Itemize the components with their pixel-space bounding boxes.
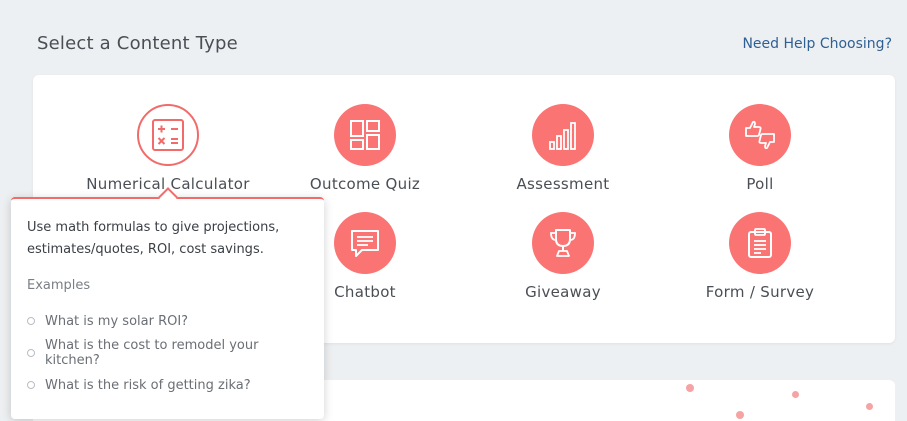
content-type-label: Outcome Quiz [309,175,421,193]
decorative-dot [686,384,694,392]
trophy-icon [532,212,594,274]
grid-layout-icon [334,104,396,166]
example-item: What is the cost to remodel your kitchen… [27,337,308,369]
tooltip-description: Use math formulas to give projections, e… [27,220,280,257]
example-item: What is the risk of getting zika? [27,369,308,401]
content-type-label: Form / Survey [705,283,815,301]
thumbs-up-down-icon [729,104,791,166]
help-choosing-link[interactable]: Need Help Choosing? [742,36,892,52]
page-title: Select a Content Type [37,33,238,54]
decorative-dot [792,391,799,398]
content-type-form-survey[interactable]: Form / Survey [660,212,860,301]
content-type-label: Assessment [516,175,610,193]
content-type-poll[interactable]: Poll [660,104,860,193]
example-item: What is my solar ROI? [27,305,308,337]
content-type-label: Poll [746,175,774,193]
bullet-icon [27,317,35,325]
example-text: What is the risk of getting zika? [45,377,251,393]
content-type-giveaway[interactable]: Giveaway [463,212,663,301]
example-text: What is my solar ROI? [45,313,189,329]
content-type-assessment[interactable]: Assessment [463,104,663,193]
bar-chart-icon [532,104,594,166]
example-text: What is the cost to remodel your kitchen… [45,338,259,368]
decorative-dot [866,403,873,410]
chat-bubble-icon [334,212,396,274]
content-type-numerical-calculator[interactable]: Numerical Calculator [68,104,268,193]
bullet-icon [27,349,35,357]
calculator-icon [137,104,199,166]
decorative-dot [736,411,744,419]
content-type-outcome-quiz[interactable]: Outcome Quiz [265,104,465,193]
clipboard-icon [729,212,791,274]
example-list: What is my solar ROI? What is the cost t… [27,305,308,401]
content-type-tooltip: Use math formulas to give projections, e… [11,187,324,419]
content-type-page: Select a Content Type Need Help Choosing… [0,0,907,421]
content-type-label: Giveaway [525,283,601,301]
bullet-icon [27,381,35,389]
tooltip-examples-title: Examples [27,278,91,293]
